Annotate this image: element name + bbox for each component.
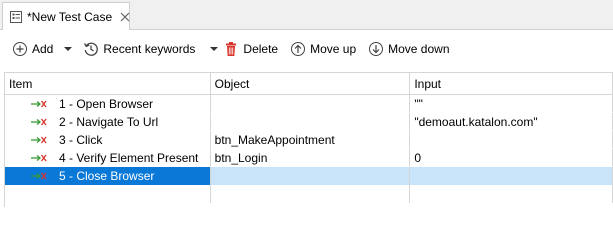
add-button[interactable]: Add xyxy=(12,37,53,61)
recent-keywords-dropdown-arrow[interactable] xyxy=(209,44,219,54)
step-label: 4 - Verify Element Present xyxy=(59,151,199,165)
arrow-down-circle-icon xyxy=(368,41,384,57)
object-cell[interactable] xyxy=(211,167,411,185)
object-cell[interactable] xyxy=(210,95,411,113)
step-label: 5 - Close Browser xyxy=(59,169,155,183)
keyword-step-icon xyxy=(31,99,47,109)
test-steps-table: Item Object Input 1 - Open Browser "" 2 … xyxy=(4,72,613,207)
column-header-input[interactable]: Input xyxy=(410,73,613,95)
table-empty-row xyxy=(5,185,613,203)
table-header: Item Object Input xyxy=(5,73,613,95)
step-label: 3 - Click xyxy=(59,133,103,147)
object-cell[interactable]: btn_MakeAppointment xyxy=(210,131,411,149)
empty-cell xyxy=(410,185,613,203)
object-cell[interactable] xyxy=(210,113,411,131)
item-cell[interactable]: 1 - Open Browser xyxy=(5,95,211,113)
add-dropdown-arrow[interactable] xyxy=(63,44,73,54)
arrow-up-circle-icon xyxy=(290,41,306,57)
close-icon[interactable] xyxy=(120,11,130,23)
keyword-step-icon xyxy=(31,153,47,163)
history-icon xyxy=(83,41,99,57)
empty-cell xyxy=(211,185,411,203)
move-up-button[interactable]: Move up xyxy=(290,37,356,61)
keyword-step-icon xyxy=(31,171,47,181)
test-case-icon xyxy=(9,10,23,24)
table-row[interactable]: 4 - Verify Element Present btn_Login 0 xyxy=(5,149,613,167)
tab-new-test-case[interactable]: *New Test Case xyxy=(2,2,130,30)
table-row[interactable]: 3 - Click btn_MakeAppointment xyxy=(5,131,613,149)
item-cell[interactable]: 3 - Click xyxy=(5,131,211,149)
item-cell[interactable]: 5 - Close Browser xyxy=(5,167,211,185)
table-row[interactable]: 1 - Open Browser "" xyxy=(5,95,613,113)
item-cell[interactable]: 2 - Navigate To Url xyxy=(5,113,211,131)
step-label: 1 - Open Browser xyxy=(59,97,154,111)
trash-icon xyxy=(223,41,239,57)
move-up-label: Move up xyxy=(310,42,357,56)
keyword-step-icon xyxy=(31,135,47,145)
input-cell[interactable] xyxy=(410,167,613,185)
move-down-label: Move down xyxy=(388,42,450,56)
toolbar: Add Recent keywords Delete Move up Move … xyxy=(0,30,613,68)
recent-keywords-label: Recent keywords xyxy=(103,42,196,56)
table-row[interactable]: 2 - Navigate To Url "demoaut.katalon.com… xyxy=(5,113,613,131)
move-down-button[interactable]: Move down xyxy=(368,37,450,61)
input-cell[interactable]: "demoaut.katalon.com" xyxy=(410,113,613,131)
add-label: Add xyxy=(32,42,54,56)
item-cell[interactable]: 4 - Verify Element Present xyxy=(5,149,211,167)
input-cell[interactable]: "" xyxy=(410,95,613,113)
empty-cell xyxy=(5,185,211,203)
keyword-step-icon xyxy=(31,117,47,127)
input-cell[interactable] xyxy=(410,131,613,149)
delete-label: Delete xyxy=(243,42,279,56)
editor-tab-strip: *New Test Case xyxy=(0,0,613,30)
delete-button[interactable]: Delete xyxy=(223,37,278,61)
step-label: 2 - Navigate To Url xyxy=(59,115,159,129)
column-header-object[interactable]: Object xyxy=(211,73,411,95)
input-cell[interactable]: 0 xyxy=(410,149,613,167)
recent-keywords-button[interactable]: Recent keywords xyxy=(83,37,195,61)
plus-circle-icon xyxy=(12,41,28,57)
column-header-item[interactable]: Item xyxy=(5,73,211,95)
table-row-selected[interactable]: 5 - Close Browser xyxy=(5,167,613,185)
tab-title: *New Test Case xyxy=(27,9,113,24)
object-cell[interactable]: btn_Login xyxy=(210,149,411,167)
